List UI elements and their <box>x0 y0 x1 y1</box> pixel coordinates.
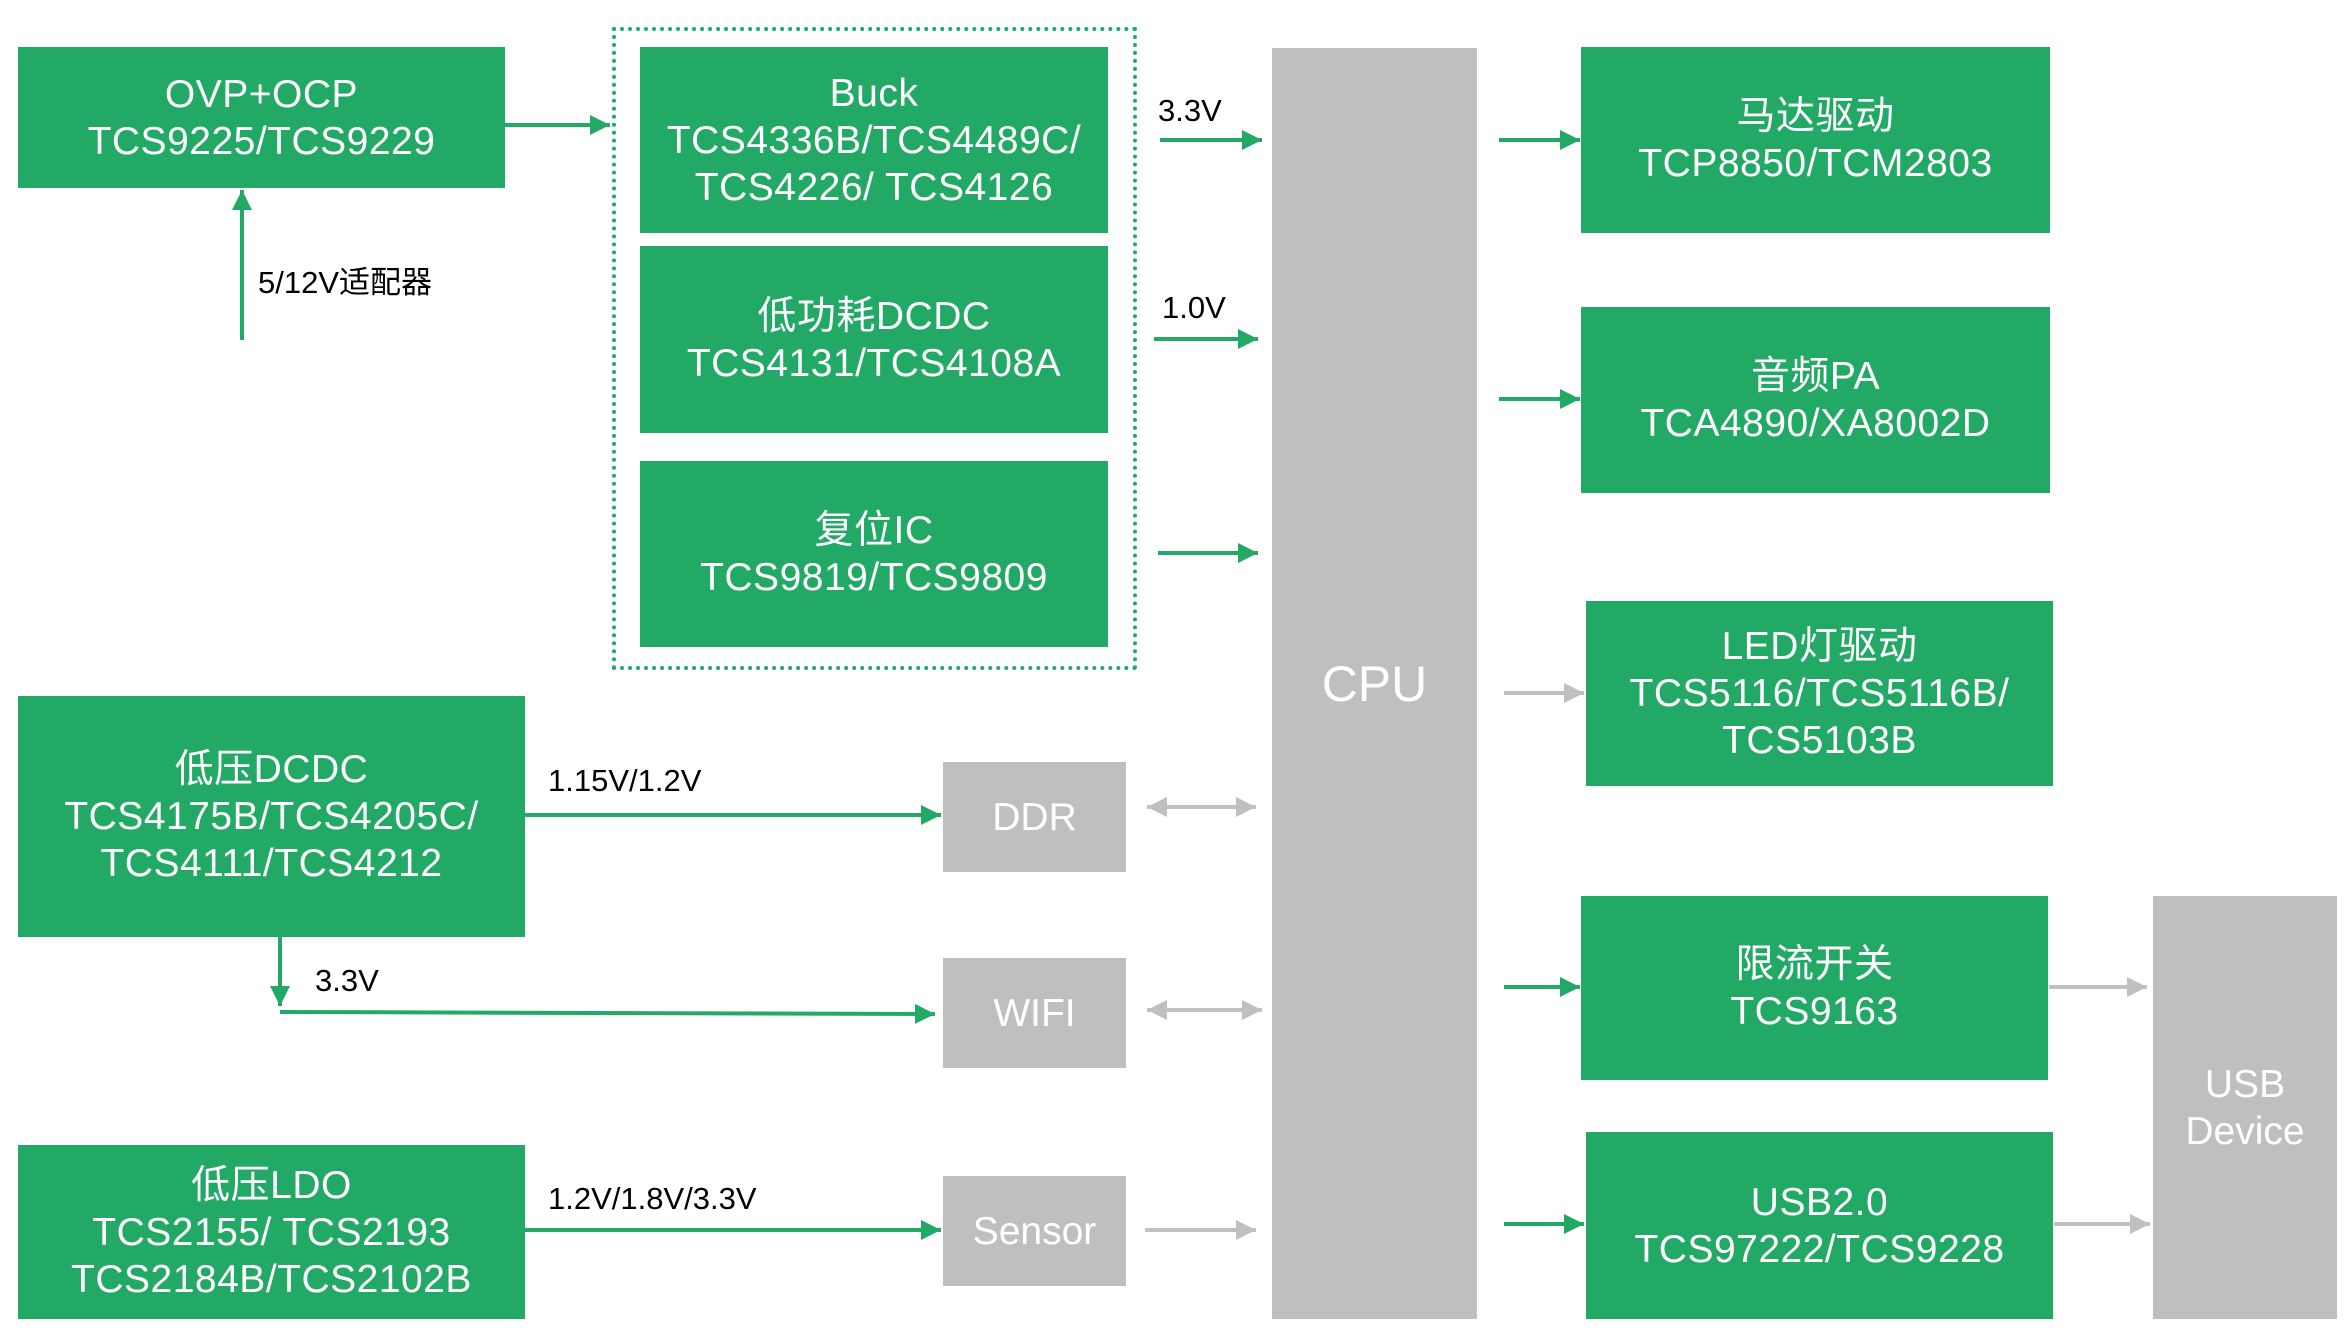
block-parts: TCS97222/TCS9228 <box>1634 1227 2005 1271</box>
block-title: CPU <box>1321 655 1428 712</box>
cpu-block[interactable]: CPU <box>1272 48 1477 1319</box>
arrow-3v3-to-wifi <box>279 1003 936 1024</box>
block-parts: TCS4226/ TCS4126 <box>694 165 1054 209</box>
block-title: USB2.0 <box>1750 1180 1889 1224</box>
block-parts: TCS2184B/TCS2102B <box>71 1257 472 1301</box>
block-title: 音频PA <box>1750 355 1881 398</box>
block-title: 马达驱动 <box>1736 95 1895 138</box>
block-parts: TCP8850/TCM2803 <box>1638 142 1993 185</box>
current-limit-switch-block[interactable]: 限流开关 TCS9163 <box>1581 896 2048 1080</box>
block-parts: TCS4336B/TCS4489C/ <box>666 118 1082 162</box>
block-title: DDR <box>992 795 1077 839</box>
block-title: USB <box>2204 1062 2286 1106</box>
block-title: 复位IC <box>814 509 934 552</box>
block-parts: TCS9819/TCS9809 <box>700 556 1048 599</box>
block-title: WIFI <box>993 991 1076 1035</box>
block-parts: TCS5116/TCS5116B/ <box>1629 672 2010 715</box>
block-title: 低功耗DCDC <box>757 294 991 338</box>
ovp-ocp-block[interactable]: OVP+OCP TCS9225/TCS9229 <box>18 47 505 188</box>
block-title: 低压DCDC <box>174 748 369 791</box>
block-title: Device <box>2185 1109 2305 1153</box>
usb20-block[interactable]: USB2.0 TCS97222/TCS9228 <box>1586 1132 2053 1319</box>
block-title: Sensor <box>972 1209 1097 1253</box>
audio-pa-block[interactable]: 音频PA TCA4890/XA8002D <box>1581 307 2050 493</box>
motor-driver-block[interactable]: 马达驱动 TCP8850/TCM2803 <box>1581 47 2050 233</box>
wifi-rail-voltage-label: 3.3V <box>315 963 379 998</box>
block-title: OVP+OCP <box>164 72 359 116</box>
wifi-block[interactable]: WIFI <box>943 958 1126 1068</box>
ddr-block[interactable]: DDR <box>943 762 1126 872</box>
block-parts: TCS5103B <box>1722 719 1917 762</box>
led-driver-block[interactable]: LED灯驱动 TCS5116/TCS5116B/ TCS5103B <box>1586 601 2053 786</box>
block-title: 限流开关 <box>1735 943 1894 986</box>
buck-block[interactable]: Buck TCS4336B/TCS4489C/ TCS4226/ TCS4126 <box>640 47 1108 233</box>
low-voltage-dcdc-block[interactable]: 低压DCDC TCS4175B/TCS4205C/ TCS4111/TCS421… <box>18 696 525 937</box>
ddr-rail-voltage-label: 1.15V/1.2V <box>548 763 702 798</box>
adapter-input-label: 5/12V适配器 <box>258 265 433 300</box>
usb-device-block[interactable]: USB Device <box>2153 896 2337 1319</box>
block-title: LED灯驱动 <box>1721 625 1918 668</box>
low-voltage-ldo-block[interactable]: 低压LDO TCS2155/ TCS2193 TCS2184B/TCS2102B <box>18 1145 525 1319</box>
block-parts: TCS2155/ TCS2193 <box>92 1210 451 1254</box>
low-power-dcdc-block[interactable]: 低功耗DCDC TCS4131/TCS4108A <box>640 246 1108 433</box>
block-parts: TCS9163 <box>1730 990 1899 1033</box>
block-parts: TCS9225/TCS9229 <box>87 119 436 163</box>
sensor-block[interactable]: Sensor <box>943 1176 1126 1286</box>
reset-ic-block[interactable]: 复位IC TCS9819/TCS9809 <box>640 461 1108 647</box>
block-title: 低压LDO <box>191 1163 352 1207</box>
block-parts: TCA4890/XA8002D <box>1640 402 1991 445</box>
block-title: Buck <box>829 71 919 115</box>
buck-output-voltage-label: 3.3V <box>1158 93 1222 128</box>
lp-dcdc-output-voltage-label: 1.0V <box>1162 290 1226 325</box>
block-parts: TCS4111/TCS4212 <box>100 842 443 885</box>
sensor-rail-voltage-label: 1.2V/1.8V/3.3V <box>548 1181 757 1216</box>
block-parts: TCS4175B/TCS4205C/ <box>64 795 479 838</box>
block-parts: TCS4131/TCS4108A <box>686 341 1062 385</box>
